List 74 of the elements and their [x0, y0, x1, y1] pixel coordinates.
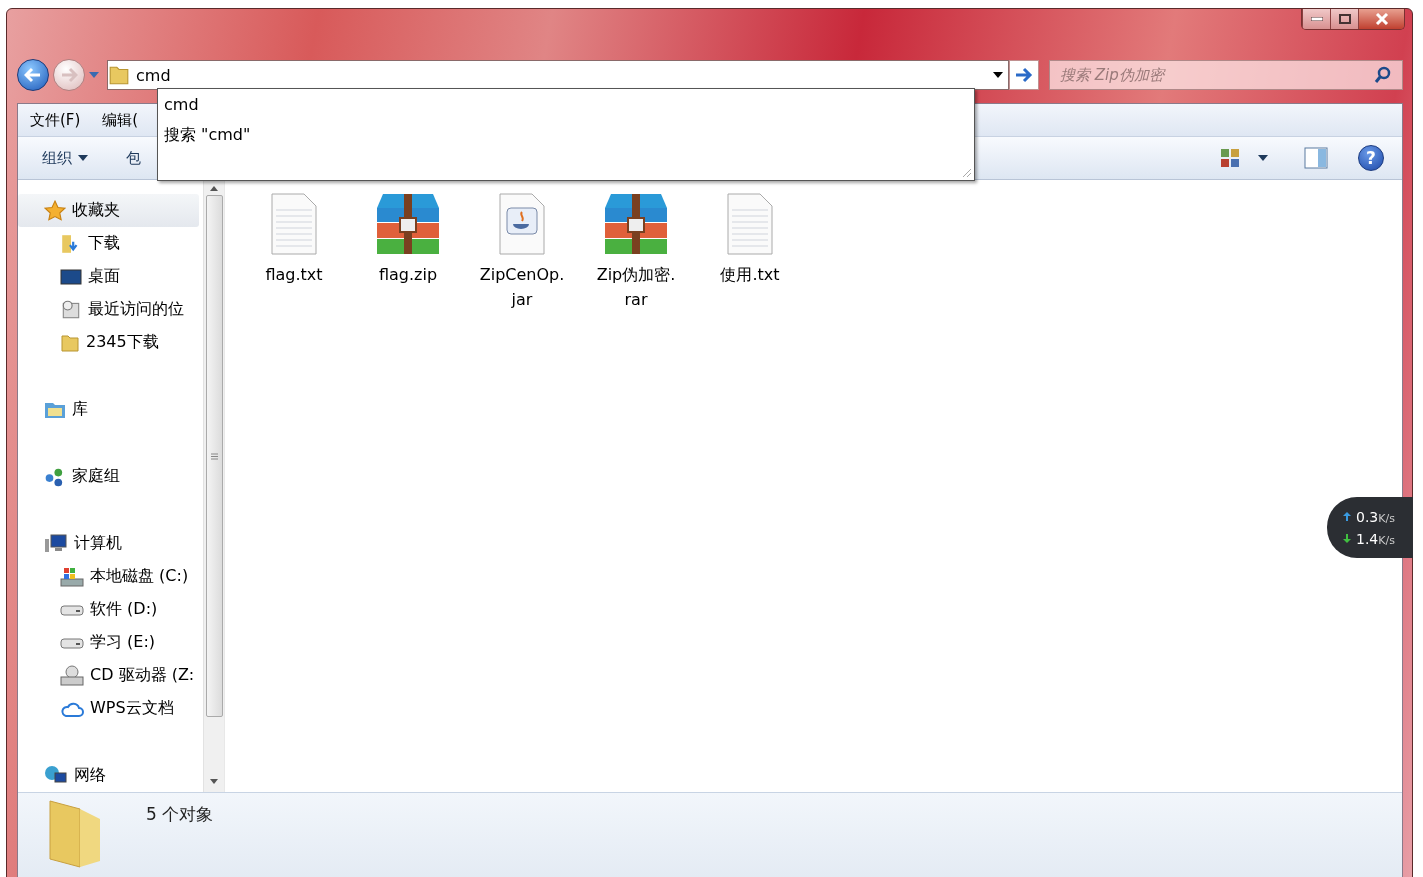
close-button[interactable]: [1358, 9, 1404, 29]
resize-grip-icon[interactable]: [960, 166, 972, 178]
sidebar-item[interactable]: 2345下载: [18, 326, 203, 359]
autocomplete-item[interactable]: cmd: [164, 93, 974, 123]
sidebar-item[interactable]: 本地磁盘 (C:): [18, 560, 203, 593]
archive-icon: [603, 192, 669, 256]
system-drive-icon: [60, 565, 84, 588]
search-input[interactable]: 搜索 Zip伪加密: [1050, 65, 1374, 85]
file-name[interactable]: Zip伪加密. rar: [596, 262, 676, 312]
item-count: 5 个对象: [146, 803, 214, 826]
scroll-up-icon: [210, 186, 218, 191]
grip-icon: [210, 452, 218, 460]
drive-icon: [60, 602, 84, 617]
down-arrow-icon: [1343, 534, 1351, 543]
sidebar-item[interactable]: WPS云文档: [18, 692, 203, 725]
minimize-button[interactable]: [1302, 9, 1330, 29]
back-button[interactable]: [17, 59, 49, 91]
sidebar-header[interactable]: 网络: [18, 759, 203, 792]
view-grid-icon: [1220, 148, 1240, 168]
toolbar-button[interactable]: 组织: [42, 148, 88, 168]
menu-item[interactable]: 编辑(: [102, 110, 139, 130]
autocomplete-item[interactable]: 搜索 "cmd": [164, 123, 974, 153]
maximize-icon: [1338, 14, 1351, 24]
minimize-icon: [1310, 17, 1323, 21]
folder-icon: [60, 332, 80, 353]
scroll-thumb[interactable]: [205, 195, 223, 717]
speed-reading: 1.4K/s: [1356, 530, 1395, 547]
sidebar-item[interactable]: CD 驱动器 (Z:: [18, 659, 203, 692]
sidebar-header[interactable]: 计算机: [18, 527, 203, 560]
speed-reading: 0.3K/s: [1356, 508, 1395, 525]
file-name[interactable]: flag.zip: [378, 262, 438, 287]
text-file-icon: [270, 192, 318, 256]
java-file-icon: [498, 192, 546, 256]
scrollbar[interactable]: [203, 180, 224, 792]
sidebar-item[interactable]: 最近访问的位: [18, 293, 203, 326]
archive-icon: [375, 192, 441, 256]
sidebar-item[interactable]: 下载: [18, 227, 203, 260]
arrow-icon: [1015, 67, 1033, 83]
text-file-icon: [726, 192, 774, 256]
sidebar-item[interactable]: 桌面: [18, 260, 203, 293]
sidebar-header[interactable]: 收藏夹: [18, 194, 199, 227]
desktop-icon: [60, 267, 82, 286]
back-arrow-icon: [24, 67, 42, 83]
sidebar-header[interactable]: 家庭组: [18, 460, 203, 493]
sidebar-header[interactable]: 库: [18, 393, 203, 426]
search-icon: [1374, 66, 1392, 84]
go-button[interactable]: [1009, 60, 1039, 90]
forward-arrow-icon: [60, 67, 78, 83]
preview-pane-icon: [1304, 147, 1328, 169]
file-name[interactable]: ZipCenOp. jar: [479, 262, 565, 312]
cd-drive-icon: [60, 664, 84, 687]
drive-icon: [60, 635, 84, 650]
search-box[interactable]: 搜索 Zip伪加密: [1049, 60, 1403, 90]
sidebar-item[interactable]: 学习 (E:): [18, 626, 203, 659]
scroll-down-icon: [210, 779, 218, 784]
file-name[interactable]: 使用.txt: [720, 262, 780, 287]
view-dropdown-button[interactable]: [1258, 155, 1268, 161]
star-icon: [44, 199, 66, 222]
help-button[interactable]: ?: [1358, 145, 1384, 171]
maximize-button[interactable]: [1330, 9, 1358, 29]
address-input[interactable]: cmd: [130, 65, 988, 85]
toolbar-button[interactable]: 包: [126, 148, 141, 168]
recent-places-icon: [60, 298, 82, 321]
menu-item[interactable]: 文件(F): [30, 110, 81, 130]
sidebar-item[interactable]: 软件 (D:): [18, 593, 203, 626]
close-icon: [1374, 13, 1389, 25]
caret-icon: [1258, 155, 1268, 161]
file-name[interactable]: flag.txt: [265, 262, 323, 287]
caret-icon: [993, 72, 1003, 78]
address-bar[interactable]: cmd: [107, 60, 1009, 90]
folder-icon: [108, 64, 130, 86]
computer-icon: [44, 533, 68, 554]
up-arrow-icon: [1343, 512, 1351, 521]
view-options-button[interactable]: [1220, 148, 1240, 168]
